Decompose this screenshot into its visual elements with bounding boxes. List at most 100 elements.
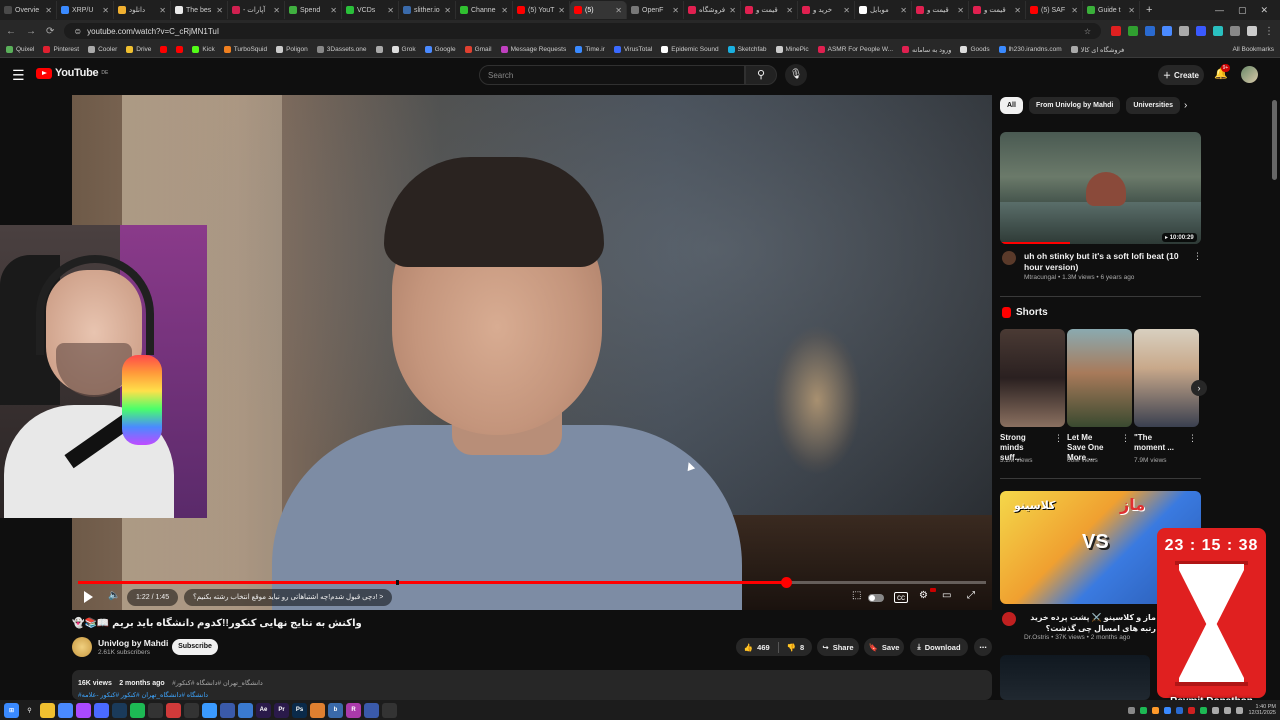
- tab-close-icon[interactable]: ✕: [273, 6, 280, 15]
- bookmark-item[interactable]: MinePic: [775, 46, 809, 53]
- bookmark-item[interactable]: [176, 46, 184, 53]
- browser-tab[interactable]: خرید و ✕: [798, 1, 855, 19]
- minimize-icon[interactable]: —: [1215, 5, 1224, 16]
- theater-mode-icon[interactable]: ▭: [942, 590, 951, 601]
- like-count[interactable]: 469: [757, 643, 770, 652]
- pr-icon[interactable]: Pr: [274, 702, 289, 718]
- b-icon[interactable]: b: [328, 702, 343, 718]
- related-video-thumbnail[interactable]: [1000, 655, 1150, 700]
- extension-icon[interactable]: [1145, 26, 1155, 36]
- all-bookmarks-button[interactable]: All Bookmarks: [1232, 46, 1274, 53]
- bookmark-item[interactable]: Gmail: [464, 46, 492, 53]
- video-description[interactable]: 16K views 2 months ago #دانشگاه_تهران #د…: [72, 670, 992, 700]
- related-video-thumbnail[interactable]: [1000, 132, 1201, 244]
- save-button[interactable]: 🔖 Save: [864, 638, 904, 656]
- app-icon[interactable]: [76, 702, 91, 718]
- tray-icon[interactable]: [1140, 706, 1148, 714]
- browser-tab[interactable]: Overvie ✕: [0, 1, 57, 19]
- tab-close-icon[interactable]: ✕: [558, 6, 565, 15]
- github-icon[interactable]: [184, 702, 199, 718]
- bookmark-item[interactable]: 3Dassets.one: [316, 46, 367, 53]
- bookmark-item[interactable]: [160, 46, 168, 53]
- tab-close-icon[interactable]: ✕: [957, 6, 964, 15]
- channel-name[interactable]: Univlog by Mahdi: [98, 638, 168, 648]
- app-icon[interactable]: [94, 702, 109, 718]
- maximize-icon[interactable]: ▢: [1238, 5, 1247, 16]
- bookmark-item[interactable]: VirusTotal: [613, 46, 652, 53]
- bookmark-item[interactable]: Goods: [960, 46, 990, 53]
- tab-close-icon[interactable]: ✕: [387, 6, 394, 15]
- tray-icon[interactable]: [1164, 706, 1172, 714]
- create-button[interactable]: ＋ Create: [1158, 65, 1204, 85]
- channel-avatar[interactable]: [1002, 612, 1016, 626]
- ps-icon[interactable]: Ps: [292, 702, 307, 718]
- play-icon[interactable]: [84, 591, 93, 603]
- site-info-icon[interactable]: ⊜: [74, 27, 81, 36]
- thumbs-down-icon[interactable]: 👎: [787, 643, 796, 652]
- related-video-channel[interactable]: Mtracungal: [1024, 274, 1056, 281]
- more-options-icon[interactable]: ⋯: [974, 638, 992, 656]
- browser-tab[interactable]: دانلود ✕: [114, 1, 171, 19]
- filter-chip[interactable]: All: [1000, 97, 1023, 114]
- browser-tab[interactable]: فروشگاه ✕: [684, 1, 741, 19]
- description-tags[interactable]: #دانشگاه_تهران #دانشگاه #کنکور: [172, 680, 263, 687]
- browser-tab[interactable]: slither.io ✕: [399, 1, 456, 19]
- tab-close-icon[interactable]: ✕: [1014, 6, 1021, 15]
- filter-chip[interactable]: Universities: [1126, 97, 1181, 114]
- tab-close-icon[interactable]: ✕: [900, 6, 907, 15]
- browser-tab[interactable]: The bes ✕: [171, 1, 228, 19]
- reload-icon[interactable]: ⟳: [46, 26, 54, 37]
- browser-tab[interactable]: Guide t ✕: [1083, 1, 1140, 19]
- browser-tab[interactable]: (5) YouT ✕: [513, 1, 570, 19]
- video-menu-icon[interactable]: ⋮: [1193, 251, 1202, 262]
- browser-tab[interactable]: Spend ✕: [285, 1, 342, 19]
- app-icon[interactable]: [364, 702, 379, 718]
- tab-close-icon[interactable]: ✕: [216, 6, 223, 15]
- browser-tab[interactable]: - آپارات ✕: [228, 1, 285, 19]
- browser-tab[interactable]: OpenF ✕: [627, 1, 684, 19]
- thumbs-up-icon[interactable]: 👍: [744, 643, 753, 652]
- tray-icon[interactable]: [1152, 706, 1160, 714]
- browser-tab[interactable]: VCDs ✕: [342, 1, 399, 19]
- tab-close-icon[interactable]: ✕: [444, 6, 451, 15]
- related-video-channel[interactable]: Dr.Ostris: [1024, 634, 1049, 641]
- hamburger-menu-icon[interactable]: ☰: [12, 67, 25, 84]
- extension-icon[interactable]: [1179, 26, 1189, 36]
- blender-icon[interactable]: [310, 702, 325, 718]
- tray-icon[interactable]: [1212, 706, 1220, 714]
- short-menu-icon[interactable]: ⋮: [1121, 433, 1130, 444]
- autoplay-toggle[interactable]: [868, 594, 884, 602]
- browser-tab[interactable]: موبایل ✕: [855, 1, 912, 19]
- forward-icon[interactable]: →: [26, 26, 36, 37]
- browser-tab[interactable]: Channe ✕: [456, 1, 513, 19]
- ae-icon[interactable]: Ae: [256, 702, 271, 718]
- bookmark-item[interactable]: ASMR For People W...: [817, 46, 893, 53]
- app-icon[interactable]: [148, 702, 163, 718]
- download-button[interactable]: ⤓ Download: [910, 638, 968, 656]
- app-icon[interactable]: [382, 702, 397, 718]
- browser-tab[interactable]: XRP/U ✕: [57, 1, 114, 19]
- dislike-count[interactable]: 8: [800, 643, 804, 652]
- short-menu-icon[interactable]: ⋮: [1054, 433, 1063, 444]
- short-thumbnail[interactable]: [1000, 329, 1065, 427]
- browser-tab[interactable]: قیمت و ✕: [912, 1, 969, 19]
- microphone-icon[interactable]: 🎙: [785, 64, 807, 86]
- bookmark-item[interactable]: Pinterest: [43, 46, 79, 53]
- captions-icon[interactable]: cc: [894, 592, 908, 603]
- tab-close-icon[interactable]: ✕: [1071, 6, 1078, 15]
- volume-icon[interactable]: 🔈: [108, 590, 120, 601]
- bookmark-item[interactable]: ورود به سامانه: [902, 46, 951, 54]
- chrome-icon[interactable]: [58, 702, 73, 718]
- video-player[interactable]: [72, 95, 992, 610]
- app-icon[interactable]: [202, 702, 217, 718]
- bookmark-item[interactable]: lh230.irandns.com: [998, 46, 1062, 53]
- chevron-right-icon[interactable]: ›: [1191, 380, 1207, 396]
- tab-close-icon[interactable]: ✕: [159, 6, 166, 15]
- subscribe-button[interactable]: Subscribe: [172, 639, 218, 655]
- tray-icon[interactable]: [1236, 706, 1244, 714]
- related-video-title[interactable]: ماز و کلاسینو ⚔️ پشت پرده خرید رتبه های …: [1022, 612, 1156, 634]
- short-menu-icon[interactable]: ⋮: [1188, 433, 1197, 444]
- bookmark-item[interactable]: فروشگاه ای کالا: [1070, 46, 1124, 54]
- tab-close-icon[interactable]: ✕: [501, 6, 508, 15]
- bookmark-item[interactable]: Drive: [126, 46, 151, 53]
